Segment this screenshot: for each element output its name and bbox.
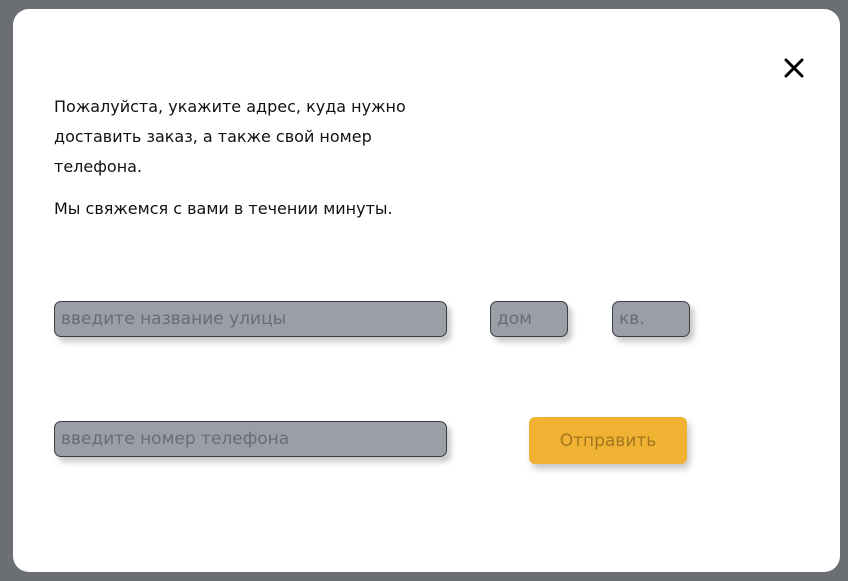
close-button[interactable] [783, 57, 805, 79]
phone-input[interactable] [54, 421, 447, 457]
house-number-input[interactable] [490, 301, 568, 337]
apartment-input[interactable] [612, 301, 690, 337]
close-icon [784, 58, 804, 78]
order-address-modal: Пожалуйста, укажите адрес, куда нужно до… [13, 9, 840, 572]
callback-message: Мы свяжемся с вами в течении минуты. [54, 199, 393, 218]
street-input[interactable] [54, 301, 447, 337]
instruction-message: Пожалуйста, укажите адрес, куда нужно до… [54, 97, 406, 176]
submit-button[interactable]: Отправить [529, 417, 687, 464]
instruction-text: Пожалуйста, укажите адрес, куда нужно до… [54, 92, 434, 224]
